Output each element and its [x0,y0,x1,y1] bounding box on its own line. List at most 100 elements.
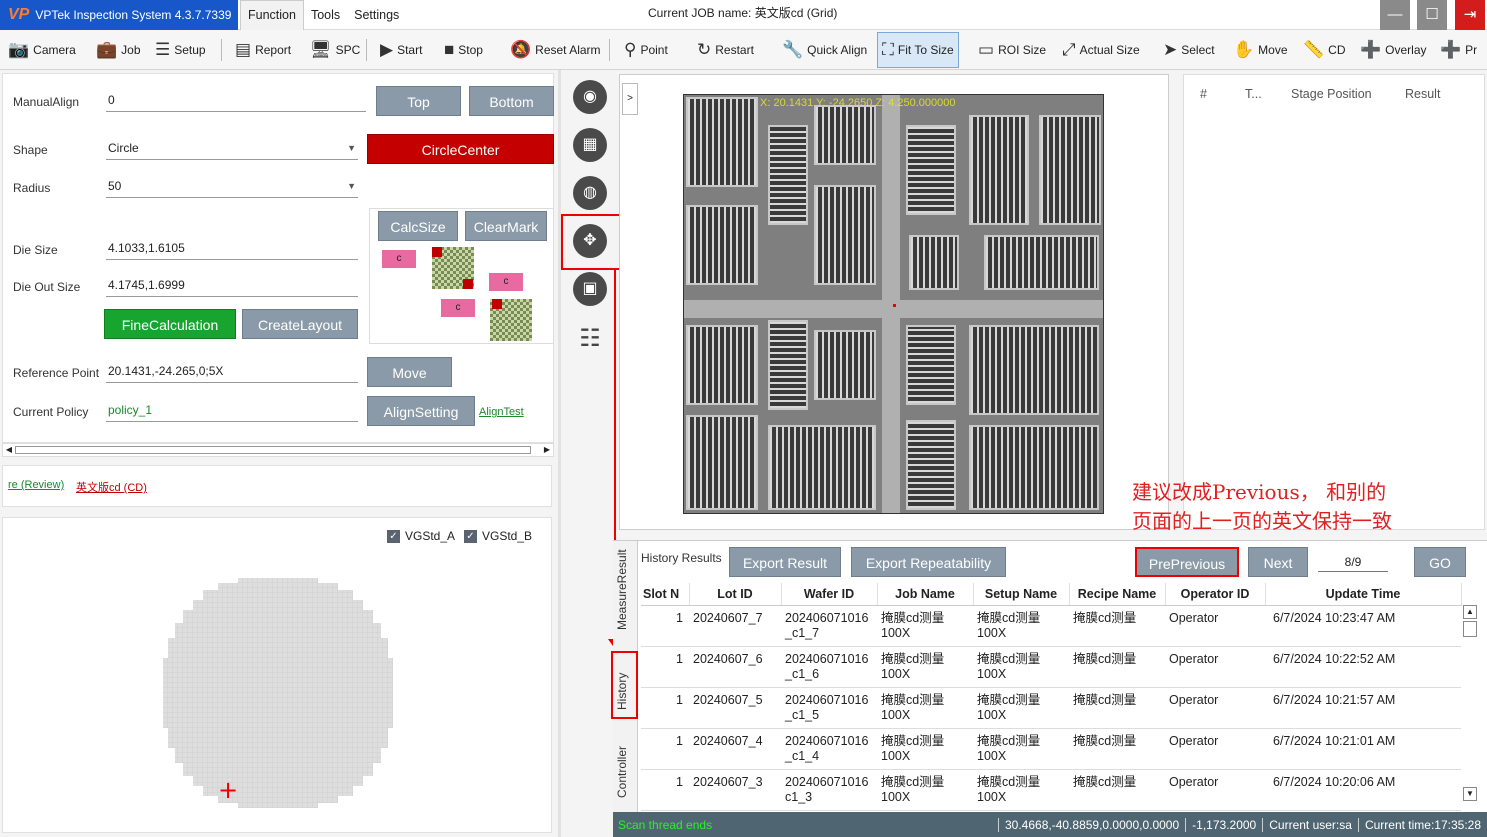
col-recipe-name[interactable]: Recipe Name [1069,583,1166,606]
create-layout-button[interactable]: CreateLayout [242,309,358,339]
camera-button[interactable]: 📷 Camera [8,36,76,64]
circle-center-button[interactable]: CircleCenter [367,134,554,164]
tab-measure-result[interactable]: MeasureResult [615,549,637,631]
menu-tools[interactable]: Tools [304,0,347,30]
roi-size-button[interactable]: ▭ ROI Size [978,36,1046,64]
fine-calculation-button[interactable]: FineCalculation [104,309,236,339]
scroll-thumb[interactable] [1463,621,1477,637]
report-button[interactable]: ▤ Report [235,36,291,64]
cell-operator-id: Operator [1165,769,1265,811]
cell-update-time: 6/7/2024 10:22:52 AM [1265,646,1461,688]
fit-to-size-button[interactable]: ⛶ Fit To Size [877,32,959,68]
cd-button[interactable]: 📏 CD [1303,36,1346,64]
job-button[interactable]: 💼 Job [96,36,141,64]
quick-align-button[interactable]: 🔧 Quick Align [782,36,867,64]
tab-controller[interactable]: Controller [615,741,637,803]
stop-button[interactable]: ■ Stop [444,36,483,64]
manual-align-input[interactable]: 0 [106,90,366,112]
restart-button[interactable]: ↻ Restart [697,36,754,64]
scroll-down-icon[interactable]: ▼ [1463,787,1477,801]
horizontal-scrollbar[interactable]: ◀ ▶ [2,443,554,457]
actual-size-button[interactable]: ⤢ Actual Size [1062,36,1140,64]
table-row[interactable]: 1 20240607_5 202406071016 _c1_5 掩膜cd测量 100… [641,687,1461,729]
camera-icon[interactable]: ◉ [573,80,607,114]
col-lot-id[interactable]: Lot ID [689,583,782,606]
table-row[interactable]: 1 20240607_6 202406071016 _c1_6 掩膜cd测量 100… [641,646,1461,688]
die-mark: c [382,250,416,268]
circuit-block [906,325,956,405]
scroll-up-icon[interactable]: ▲ [1463,605,1477,619]
export-result-button[interactable]: Export Result [729,547,841,577]
expand-arrow-icon[interactable]: > [622,83,638,115]
die-size-field[interactable]: 4.1033,1.6105 [106,238,358,260]
current-policy-field[interactable]: policy_1 [106,400,358,422]
next-button[interactable]: Next [1248,547,1308,577]
app-title-text: VPTek Inspection System 4.3.7.7339 [35,8,232,22]
col-job-name[interactable]: Job Name [877,583,974,606]
export-repeatability-button[interactable]: Export Repeatability [851,547,1006,577]
clear-mark-button[interactable]: ClearMark [465,211,547,241]
table-row[interactable]: 1 20240607_7 202406071016 _c1_7 掩膜cd测量 100… [641,605,1461,647]
scroll-thumb[interactable] [15,446,531,454]
die-out-size-field[interactable]: 4.1745,1.6999 [106,275,358,297]
wafer-icon[interactable]: ◍ [573,176,607,210]
vgstd-b-checkbox[interactable]: ✓ VGStd_B [464,529,532,543]
preprevious-button[interactable]: PrePrevious [1135,547,1239,577]
col-setup-name[interactable]: Setup Name [973,583,1070,606]
circuit-block [909,235,959,290]
menu-settings[interactable]: Settings [347,0,406,30]
checkbox-checked-icon: ✓ [464,529,477,543]
point-button[interactable]: ⚲ Point [624,36,668,64]
wafer-map[interactable]: + [163,578,393,808]
reference-point-field[interactable]: 20.1431,-24.265,0;5X [106,361,358,383]
spc-button[interactable]: 🖥 SPC [310,36,360,64]
select-button[interactable]: ➤ Select [1163,36,1215,64]
col-operator-id[interactable]: Operator ID [1165,583,1266,606]
vertical-scrollbar[interactable]: ▲ ▼ [1463,605,1479,805]
calc-size-button[interactable]: CalcSize [378,211,458,241]
pr-button[interactable]: ➕ Pr [1440,36,1477,64]
menu-bar: Function Tools Settings [240,0,406,30]
vgstd-a-checkbox[interactable]: ✓ VGStd_A [387,529,455,543]
die-mark: c [489,273,523,291]
cell-slot: 1 [641,769,689,811]
top-button[interactable]: Top [376,86,461,116]
result-col-result[interactable]: Result [1405,87,1440,101]
sem-image[interactable]: X: 20.1431 Y: -24.2650 Z: 4.250.000000 [683,94,1104,514]
shape-select[interactable]: Circle ▼ [106,138,358,160]
title-bar: VP VPTek Inspection System 4.3.7.7339 Fu… [0,0,1487,30]
col-update-time[interactable]: Update Time [1265,583,1462,606]
bottom-button[interactable]: Bottom [469,86,554,116]
scroll-right-icon[interactable]: ▶ [541,444,553,456]
table-row[interactable]: 1 20240607_3 202406071016 c1_3 掩膜cd测量 100X… [641,769,1461,811]
cell-operator-id: Operator [1165,728,1265,770]
cd-link[interactable]: 英文版cd (CD) [76,479,147,495]
move-tool-button[interactable]: ✋ Move [1233,36,1288,64]
menu-function[interactable]: Function [240,0,304,30]
review-link[interactable]: re (Review) [8,479,64,491]
move-button[interactable]: Move [367,357,452,387]
col-wafer-id[interactable]: Wafer ID [781,583,878,606]
go-button[interactable]: GO [1414,547,1466,577]
setup-button[interactable]: ☰ Setup [155,36,206,64]
align-setting-button[interactable]: AlignSetting [367,396,475,426]
overlay-button[interactable]: ➕ Overlay [1360,36,1427,64]
col-slot[interactable]: Slot N [641,583,690,606]
page-indicator[interactable]: 8/9 [1318,553,1388,572]
image-frame-icon[interactable]: ▣ [573,272,607,306]
result-col-stage-position[interactable]: Stage Position [1291,87,1372,101]
checklist-icon[interactable]: ☷ [573,322,607,356]
table-row[interactable]: 1 20240607_4 202406071016 _c1_4 掩膜cd测量 100… [641,728,1461,770]
reset-alarm-button[interactable]: 🔕 Reset Alarm [510,36,601,64]
scroll-left-icon[interactable]: ◀ [3,444,15,456]
start-button[interactable]: ▶ Start [380,36,422,64]
wafer-map-panel: ✓ VGStd_A ✓ VGStd_B + [2,517,552,833]
exit-button[interactable]: ⇥ [1455,0,1485,30]
radius-select[interactable]: 50 ▼ [106,176,358,198]
result-col-index[interactable]: # [1200,87,1207,101]
grid-icon[interactable]: ▦ [573,128,607,162]
align-test-link[interactable]: AlignTest [479,406,524,418]
maximize-button[interactable]: ☐ [1417,0,1447,30]
minimize-button[interactable]: — [1380,0,1410,30]
result-col-type[interactable]: T... [1245,87,1262,101]
